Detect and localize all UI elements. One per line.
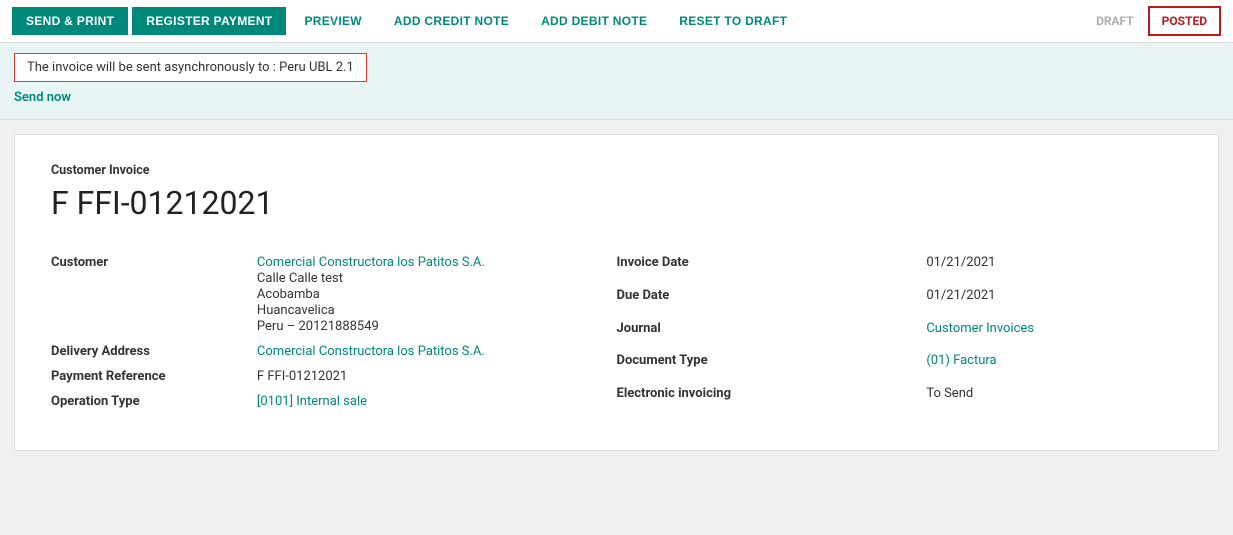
toolbar: SEND & PRINT REGISTER PAYMENT PREVIEW AD…: [0, 0, 1233, 43]
electronic-invoicing-row: Electronic invoicing To Send: [617, 381, 1183, 414]
address-line1: Calle Calle test: [257, 271, 617, 286]
customer-name-link[interactable]: Comercial Constructora los Patitos S.A.: [257, 255, 617, 270]
due-date-row: Due Date 01/21/2021: [617, 283, 1183, 316]
payment-reference-label: Payment Reference: [51, 364, 257, 389]
delivery-address-label: Delivery Address: [51, 339, 257, 364]
operation-type-row: Operation Type [0101] Internal sale: [51, 389, 617, 414]
invoice-date-row: Invoice Date 01/21/2021: [617, 250, 1183, 283]
document-type-link[interactable]: (01) Factura: [926, 353, 996, 368]
journal-label: Journal: [617, 316, 927, 349]
due-date-label: Due Date: [617, 283, 927, 316]
send-now-link[interactable]: Send now: [14, 90, 1219, 115]
document-type-row: Document Type (01) Factura: [617, 348, 1183, 381]
invoice-date-label: Invoice Date: [617, 250, 927, 283]
customer-row: Customer Comercial Constructora los Pati…: [51, 250, 617, 339]
draft-status: DRAFT: [1086, 7, 1144, 35]
reset-to-draft-button[interactable]: RESET TO DRAFT: [665, 7, 801, 35]
invoice-date-value: 01/21/2021: [926, 250, 1182, 283]
address-line4: Peru – 20121888549: [257, 319, 617, 334]
operation-type-value: [0101] Internal sale: [257, 389, 617, 414]
electronic-invoicing-value: To Send: [926, 381, 1182, 414]
document-type-field-value: (01) Factura: [926, 348, 1182, 381]
document-card: Customer Invoice F FFI-01212021 Customer…: [14, 134, 1219, 451]
register-payment-button[interactable]: REGISTER PAYMENT: [132, 7, 286, 35]
address-line2: Acobamba: [257, 287, 617, 302]
journal-link[interactable]: Customer Invoices: [926, 321, 1034, 336]
add-credit-note-button[interactable]: ADD CREDIT NOTE: [380, 7, 523, 35]
delivery-address-row: Delivery Address Comercial Constructora …: [51, 339, 617, 364]
delivery-address-value: Comercial Constructora los Patitos S.A.: [257, 339, 617, 364]
operation-type-label: Operation Type: [51, 389, 257, 414]
electronic-invoicing-label: Electronic invoicing: [617, 381, 927, 414]
document-title: F FFI-01212021: [51, 184, 1182, 222]
operation-type-link[interactable]: [0101] Internal sale: [257, 394, 367, 409]
notification-bar: The invoice will be sent asynchronously …: [0, 43, 1233, 120]
customer-address-block: Comercial Constructora los Patitos S.A. …: [257, 255, 617, 334]
payment-reference-row: Payment Reference F FFI-01212021: [51, 364, 617, 389]
journal-row: Journal Customer Invoices: [617, 316, 1183, 349]
posted-status[interactable]: POSTED: [1148, 6, 1221, 36]
address-line3: Huancavelica: [257, 303, 617, 318]
customer-label: Customer: [51, 250, 257, 339]
doc-right-section: Invoice Date 01/21/2021 Due Date 01/21/2…: [617, 250, 1183, 414]
notification-message: The invoice will be sent asynchronously …: [27, 60, 354, 75]
customer-value: Comercial Constructora los Patitos S.A. …: [257, 250, 617, 339]
preview-button[interactable]: PREVIEW: [290, 7, 375, 35]
send-print-button[interactable]: SEND & PRINT: [12, 7, 128, 35]
document-type-label: Customer Invoice: [51, 163, 1182, 178]
notification-box: The invoice will be sent asynchronously …: [14, 53, 367, 82]
document-type-field-label: Document Type: [617, 348, 927, 381]
due-date-value: 01/21/2021: [926, 283, 1182, 316]
add-debit-note-button[interactable]: ADD DEBIT NOTE: [527, 7, 661, 35]
payment-reference-value: F FFI-01212021: [257, 364, 617, 389]
doc-left-section: Customer Comercial Constructora los Pati…: [51, 250, 617, 414]
delivery-address-link[interactable]: Comercial Constructora los Patitos S.A.: [257, 344, 485, 359]
document-body: Customer Comercial Constructora los Pati…: [51, 250, 1182, 414]
journal-value: Customer Invoices: [926, 316, 1182, 349]
